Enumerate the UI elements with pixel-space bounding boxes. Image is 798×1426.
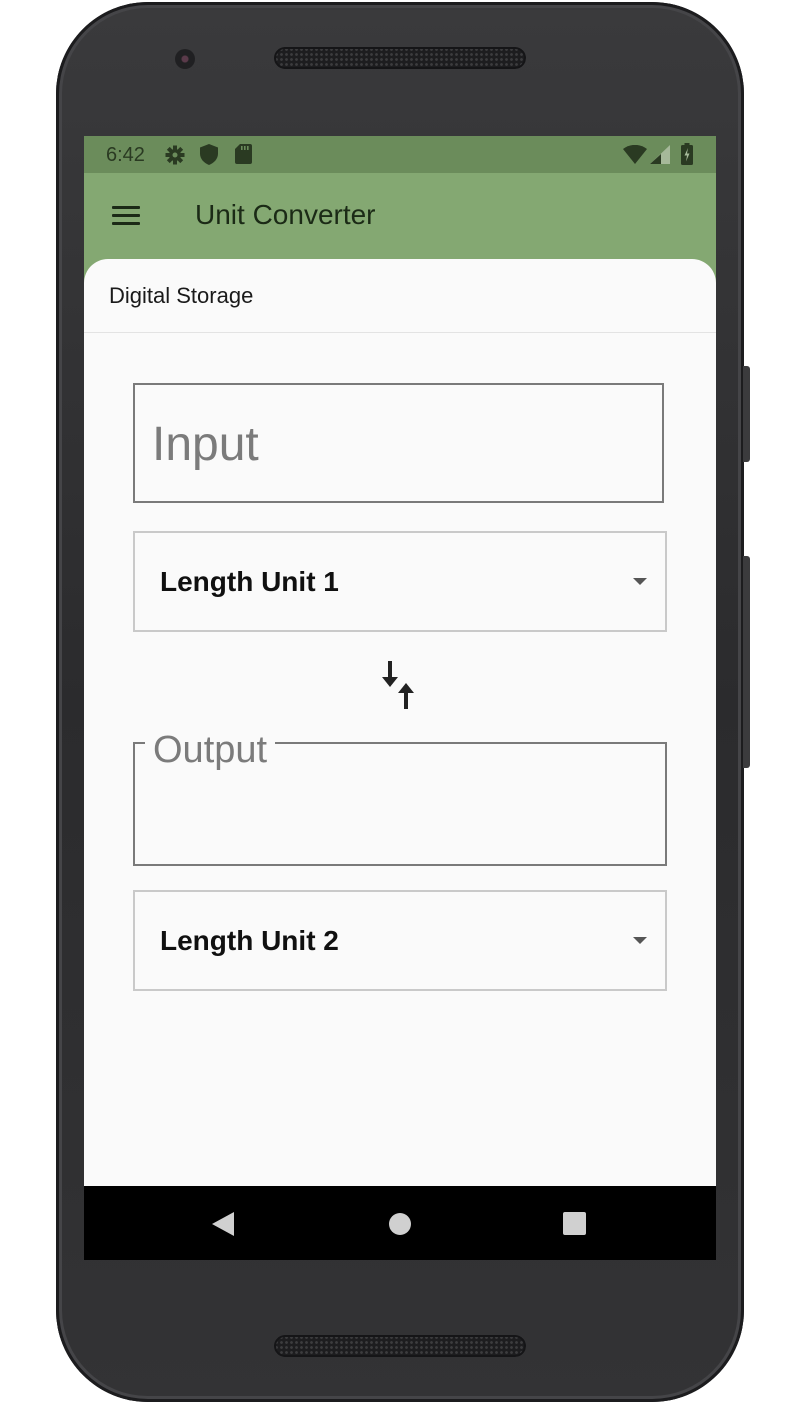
system-nav-bar (84, 1186, 716, 1260)
hamburger-menu-icon[interactable] (112, 206, 140, 226)
top-speaker (274, 47, 526, 69)
app-title: Unit Converter (195, 199, 376, 230)
signal-icon (650, 145, 670, 164)
input-placeholder: Input (152, 418, 259, 471)
home-circle-icon[interactable] (388, 1212, 412, 1236)
sd-card-icon (235, 144, 252, 164)
swap-vertical-icon[interactable] (380, 657, 424, 715)
volume-button (743, 366, 750, 462)
category-header: Digital Storage (84, 259, 716, 333)
front-camera (175, 49, 195, 69)
shield-icon (200, 144, 218, 165)
to-unit-dropdown[interactable]: Length Unit 2 (133, 890, 667, 991)
converter-sheet: Digital Storage Input Length Unit 1 Outp… (84, 259, 716, 1186)
wifi-icon (623, 145, 647, 164)
status-time: 6:42 (106, 144, 145, 166)
to-unit-label: Length Unit 2 (160, 925, 339, 956)
chevron-down-icon (633, 937, 647, 944)
app-bar (84, 173, 716, 259)
recents-square-icon[interactable] (563, 1212, 586, 1235)
output-label: Output (145, 729, 276, 772)
battery-icon (681, 143, 693, 165)
from-unit-dropdown[interactable]: Length Unit 1 (133, 531, 667, 632)
from-unit-label: Length Unit 1 (160, 566, 339, 597)
settings-icon (165, 145, 185, 165)
category-title: Digital Storage (109, 283, 254, 308)
power-button (743, 556, 750, 768)
bottom-speaker (274, 1335, 526, 1357)
screen: 6:42 Unit Converter Digital Storage Inpu… (84, 136, 716, 1260)
chevron-down-icon (633, 578, 647, 585)
status-bar: 6:42 (84, 136, 716, 173)
back-triangle-icon[interactable] (212, 1212, 234, 1236)
